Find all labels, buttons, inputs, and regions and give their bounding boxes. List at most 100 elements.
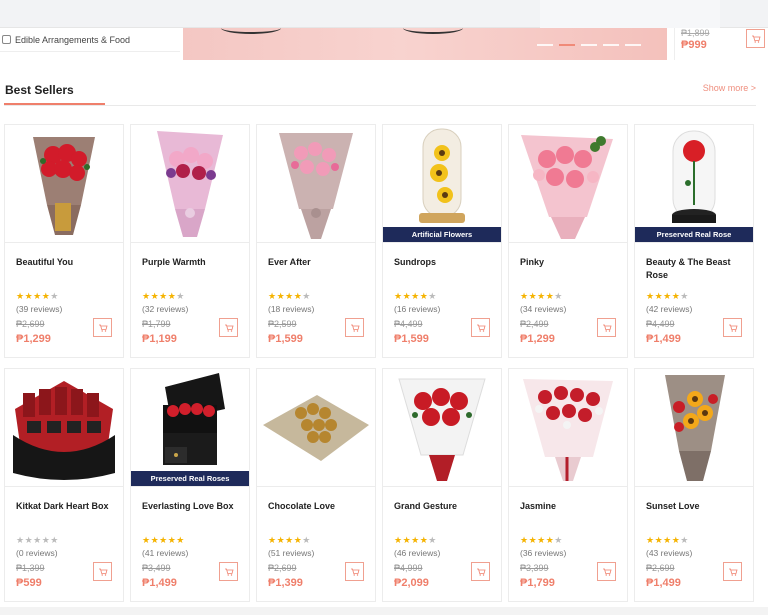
product-image[interactable]: Preserved Real Roses <box>131 369 249 487</box>
product-image[interactable]: Preserved Real Rose <box>635 125 753 243</box>
add-to-cart-button[interactable] <box>471 318 490 337</box>
category-icon <box>2 35 11 44</box>
product-image[interactable] <box>257 369 375 487</box>
product-card[interactable]: Kitkat Dark Heart Box ★★★★★ (0 reviews) … <box>4 368 124 602</box>
top-bar-segment <box>540 0 720 28</box>
original-price: ₱4,499 <box>394 319 423 329</box>
add-to-cart-button[interactable] <box>219 318 238 337</box>
review-count: (46 reviews) <box>394 548 441 558</box>
original-price: ₱4,999 <box>394 563 423 573</box>
cart-icon <box>98 324 108 332</box>
cart-icon <box>602 568 612 576</box>
review-count: (51 reviews) <box>268 548 315 558</box>
original-price: ₱4,499 <box>646 319 675 329</box>
rating-stars: ★★★★★ <box>16 291 59 301</box>
product-image[interactable] <box>131 125 249 243</box>
bouquet-image <box>521 135 613 239</box>
bottom-edge <box>0 607 768 615</box>
product-image[interactable] <box>5 369 123 487</box>
original-price: ₱3,399 <box>520 563 549 573</box>
banner-dot-active[interactable] <box>559 44 575 46</box>
bouquet-image <box>398 378 486 481</box>
cart-icon <box>476 324 486 332</box>
cart-icon <box>728 324 738 332</box>
add-to-cart-button[interactable] <box>93 562 112 581</box>
original-price: ₱1,799 <box>142 319 171 329</box>
product-card[interactable]: Preserved Real Rose Beauty & The Beast R… <box>634 124 754 358</box>
review-count: (16 reviews) <box>394 304 441 314</box>
show-more-link[interactable]: Show more > <box>703 83 756 93</box>
add-to-cart-button[interactable] <box>471 562 490 581</box>
product-name[interactable]: Beauty & The Beast Rose <box>646 256 746 282</box>
add-to-cart-button[interactable] <box>597 562 616 581</box>
product-card[interactable]: Purple Warmth ★★★★★ (32 reviews) ₱1,799 … <box>130 124 250 358</box>
cart-icon <box>728 568 738 576</box>
cart-icon <box>751 35 761 43</box>
rating-stars: ★★★★★ <box>394 535 437 545</box>
add-to-cart-button[interactable] <box>219 562 238 581</box>
product-name[interactable]: Jasmine <box>520 500 620 513</box>
product-name[interactable]: Sundrops <box>394 256 494 269</box>
original-price: ₱2,699 <box>16 319 45 329</box>
product-image[interactable] <box>383 369 501 487</box>
product-image[interactable] <box>257 125 375 243</box>
product-image[interactable] <box>509 369 627 487</box>
product-image[interactable] <box>635 369 753 487</box>
product-card[interactable]: Jasmine ★★★★★ (36 reviews) ₱3,399 ₱1,799 <box>508 368 628 602</box>
product-image[interactable] <box>5 125 123 243</box>
product-image[interactable]: Artificial Flowers <box>383 125 501 243</box>
banner-dot[interactable] <box>537 44 553 46</box>
section-title-underline <box>4 103 105 105</box>
add-to-cart-button[interactable] <box>345 318 364 337</box>
sale-price: ₱1,399 <box>268 577 303 589</box>
product-name[interactable]: Pinky <box>520 256 620 269</box>
original-price: ₱2,599 <box>268 319 297 329</box>
sale-price: ₱1,199 <box>142 333 177 345</box>
product-card[interactable]: Artificial Flowers Sundrops ★★★★★ (16 re… <box>382 124 502 358</box>
banner-dot[interactable] <box>603 44 619 46</box>
chocolate-bouquet-image <box>263 395 369 461</box>
product-card[interactable]: Ever After ★★★★★ (18 reviews) ₱2,599 ₱1,… <box>256 124 376 358</box>
hero-banner[interactable] <box>183 28 667 60</box>
add-to-cart-button[interactable] <box>597 318 616 337</box>
sale-price: ₱1,299 <box>520 333 555 345</box>
side-product-price: ₱999 <box>681 39 707 51</box>
product-card[interactable]: Pinky ★★★★★ (34 reviews) ₱2,499 ₱1,299 <box>508 124 628 358</box>
rating-stars: ★★★★★ <box>142 291 185 301</box>
product-name[interactable]: Kitkat Dark Heart Box <box>16 500 116 513</box>
banner-dot[interactable] <box>581 44 597 46</box>
product-card[interactable]: Grand Gesture ★★★★★ (46 reviews) ₱4,999 … <box>382 368 502 602</box>
add-to-cart-button[interactable] <box>93 318 112 337</box>
add-to-cart-button[interactable] <box>345 562 364 581</box>
original-price: ₱1,399 <box>16 563 45 573</box>
product-name[interactable]: Chocolate Love <box>268 500 368 513</box>
category-item-edible[interactable]: Edible Arrangements & Food <box>0 28 180 52</box>
sale-price: ₱1,599 <box>394 333 429 345</box>
side-product[interactable]: ₱1,899 ₱999 <box>674 28 768 60</box>
product-name[interactable]: Beautiful You <box>16 256 116 269</box>
cart-icon <box>350 568 360 576</box>
product-card[interactable]: Beautiful You ★★★★★ (39 reviews) ₱2,699 … <box>4 124 124 358</box>
review-count: (34 reviews) <box>520 304 567 314</box>
bouquet-image <box>33 137 95 235</box>
product-name[interactable]: Grand Gesture <box>394 500 494 513</box>
product-name[interactable]: Ever After <box>268 256 368 269</box>
add-to-cart-button[interactable] <box>723 562 742 581</box>
add-to-cart-button[interactable] <box>723 318 742 337</box>
product-name[interactable]: Everlasting Love Box <box>142 500 242 513</box>
product-name[interactable]: Purple Warmth <box>142 256 242 269</box>
product-name[interactable]: Sunset Love <box>646 500 746 513</box>
add-to-cart-button[interactable] <box>746 29 765 48</box>
sale-price: ₱1,299 <box>16 333 51 345</box>
product-card[interactable]: Sunset Love ★★★★★ (43 reviews) ₱2,699 ₱1… <box>634 368 754 602</box>
product-image[interactable] <box>509 125 627 243</box>
product-card[interactable]: Preserved Real Roses Everlasting Love Bo… <box>130 368 250 602</box>
product-card[interactable]: Chocolate Love ★★★★★ (51 reviews) ₱2,699… <box>256 368 376 602</box>
sale-price: ₱2,099 <box>394 577 429 589</box>
rating-stars: ★★★★★ <box>16 535 59 545</box>
heart-box-image <box>13 381 115 480</box>
original-price: ₱2,699 <box>646 563 675 573</box>
cart-icon <box>476 568 486 576</box>
review-count: (43 reviews) <box>646 548 693 558</box>
banner-dot[interactable] <box>625 44 641 46</box>
